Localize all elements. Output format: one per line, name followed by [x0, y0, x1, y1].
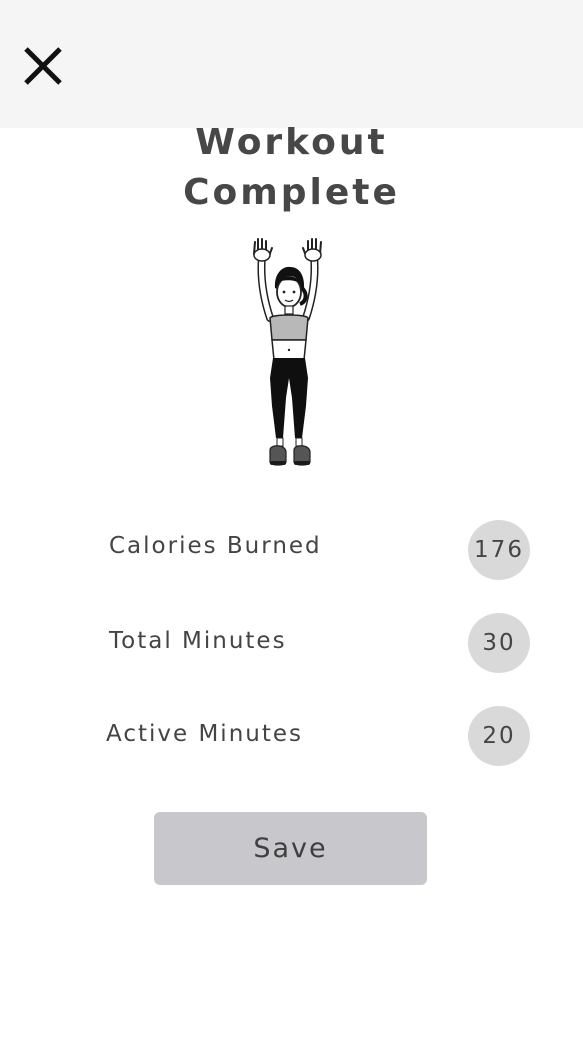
stat-row-calories-burned: Calories Burned 176 [0, 519, 583, 581]
stat-row-total-minutes: Total Minutes 30 [0, 612, 583, 674]
stat-label: Active Minutes [106, 721, 303, 747]
close-icon [24, 47, 62, 85]
stat-label: Calories Burned [109, 533, 322, 559]
stat-value-badge: 20 [468, 706, 530, 766]
page-title-line-1: Workout [195, 122, 388, 163]
stat-value-badge: 176 [468, 520, 530, 580]
save-button[interactable]: Save [154, 812, 427, 885]
stat-row-active-minutes: Active Minutes 20 [0, 705, 583, 767]
top-bar [0, 0, 583, 128]
page-title-line-2: Complete [183, 172, 400, 213]
page-title: Workout Complete [0, 118, 583, 218]
close-button[interactable] [22, 45, 64, 87]
stat-value-badge: 30 [468, 613, 530, 673]
stat-label: Total Minutes [109, 628, 287, 654]
woman-arms-raised-illustration [242, 238, 338, 470]
